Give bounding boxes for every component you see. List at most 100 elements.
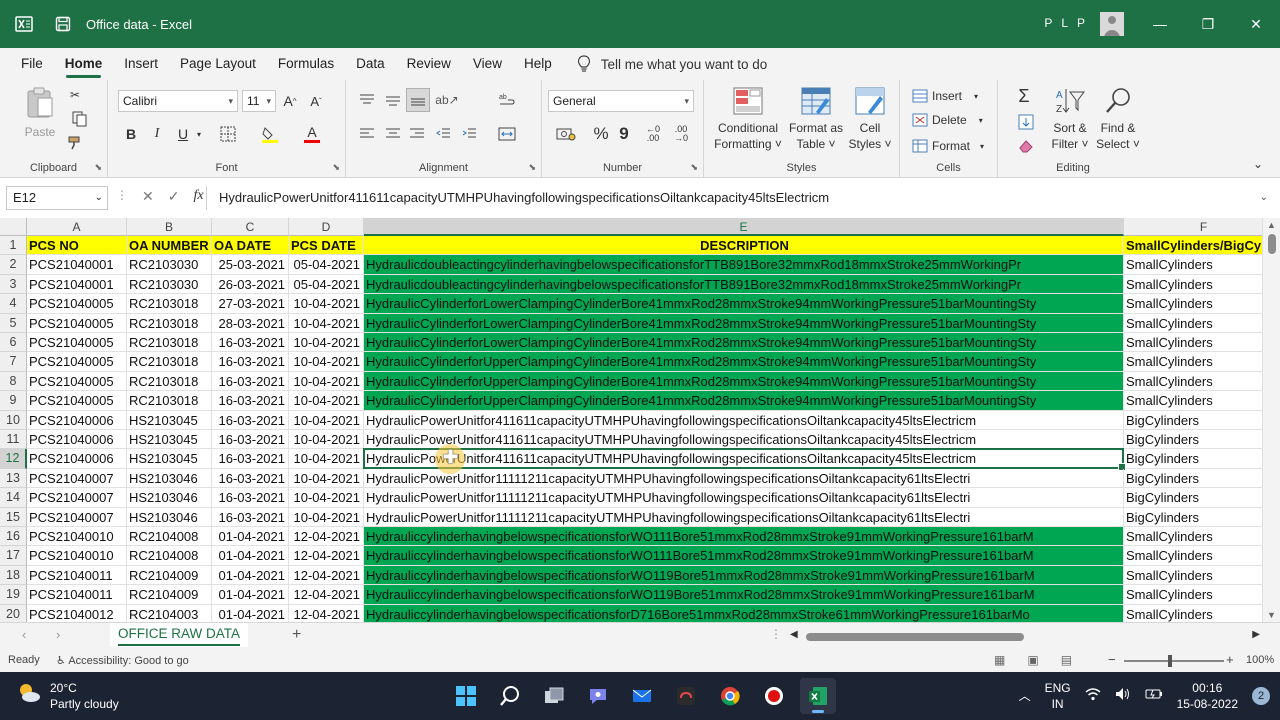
page-layout-view-icon[interactable]: ▣ xyxy=(1027,653,1038,667)
cell-f7[interactable]: SmallCylinders xyxy=(1124,352,1262,372)
cell-e20[interactable]: Hydrauliccylinderhavingbelowspecificatio… xyxy=(364,604,1124,622)
increase-decimal-icon[interactable]: ←0.00 xyxy=(642,124,664,144)
cell-b12[interactable]: HS2103045 xyxy=(127,449,212,469)
cell-b8[interactable]: RC2103018 xyxy=(127,371,212,392)
prev-sheet-icon[interactable]: ‹ xyxy=(22,627,26,642)
enter-icon[interactable]: ✓ xyxy=(168,188,180,205)
decrease-decimal-icon[interactable]: .00 →0 xyxy=(670,124,692,144)
cell-b16[interactable]: RC2104008 xyxy=(127,527,212,547)
formula-input[interactable]: HydraulicPowerUnitfor411611capacityUTMHP… xyxy=(206,186,1272,210)
cell-a17[interactable]: PCS21040010 xyxy=(27,546,127,566)
tab-review[interactable]: Review xyxy=(396,48,462,80)
cell-f9[interactable]: SmallCylinders xyxy=(1124,391,1262,411)
sheet-tab-office-raw-data[interactable]: OFFICE RAW DATA xyxy=(110,623,248,647)
add-sheet-button[interactable]: + xyxy=(292,626,301,644)
number-launcher-icon[interactable]: ⬊ xyxy=(690,162,698,173)
select-all-corner[interactable] xyxy=(0,218,27,236)
tab-insert[interactable]: Insert xyxy=(113,48,169,80)
row-header[interactable]: 1 xyxy=(0,236,27,256)
cell-f18[interactable]: SmallCylinders xyxy=(1124,566,1262,586)
alignment-launcher-icon[interactable]: ⬊ xyxy=(528,162,536,173)
column-header-a[interactable]: A xyxy=(27,218,127,236)
cell-b14[interactable]: HS2103046 xyxy=(127,488,212,508)
scroll-left-icon[interactable]: ◀ xyxy=(790,629,798,640)
cell-e17[interactable]: Hydrauliccylinderhavingbelowspecificatio… xyxy=(364,546,1124,566)
cell-b1[interactable]: OA NUMBER xyxy=(127,236,212,256)
cell-c8[interactable]: 16-03-2021 xyxy=(212,371,289,392)
chevron-down-icon[interactable]: ▾ xyxy=(194,126,204,142)
search-icon[interactable] xyxy=(492,678,528,714)
tab-data[interactable]: Data xyxy=(345,48,396,80)
font-launcher-icon[interactable]: ⬊ xyxy=(332,162,340,173)
name-box[interactable]: E12 ⌄ xyxy=(6,186,108,210)
insert-function-icon[interactable]: fx xyxy=(193,188,203,205)
cell-b6[interactable]: RC2103018 xyxy=(127,333,212,353)
row-header[interactable]: 18 xyxy=(0,565,27,586)
cell-d4[interactable]: 10-04-2021 xyxy=(289,294,364,314)
cell-b4[interactable]: RC2103018 xyxy=(127,294,212,314)
cell-d7[interactable]: 10-04-2021 xyxy=(289,352,364,372)
cell-b20[interactable]: RC2104003 xyxy=(127,604,212,622)
font-color-icon[interactable]: A xyxy=(300,124,324,144)
cell-a9[interactable]: PCS21040005 xyxy=(27,391,127,411)
cell-e3[interactable]: Hydraulicdoubleactingcylinderhavingbelow… xyxy=(364,274,1124,295)
tab-formulas[interactable]: Formulas xyxy=(267,48,345,80)
cell-d8[interactable]: 10-04-2021 xyxy=(289,371,364,392)
cell-b2[interactable]: RC2103030 xyxy=(127,255,212,275)
cell-f16[interactable]: SmallCylinders xyxy=(1124,527,1262,547)
cell-e1[interactable]: DESCRIPTION xyxy=(364,236,1124,256)
cell-c17[interactable]: 01-04-2021 xyxy=(212,546,289,566)
cell-c3[interactable]: 26-03-2021 xyxy=(212,274,289,295)
fill-icon[interactable] xyxy=(1012,112,1040,132)
battery-icon[interactable] xyxy=(1145,687,1163,705)
cell-f12[interactable]: BigCylinders xyxy=(1124,449,1262,469)
cell-e8[interactable]: HydraulicCylinderforUpperClampingCylinde… xyxy=(364,371,1124,392)
cell-a7[interactable]: PCS21040005 xyxy=(27,352,127,372)
spreadsheet-grid[interactable]: A B C D E F 1 PCS NO OA NUMBER OA DATE PCS DATE DES… xyxy=(0,218,1262,622)
underline-button[interactable]: U xyxy=(174,124,192,144)
tell-me-search[interactable]: Tell me what you want to do xyxy=(577,55,767,73)
row-header[interactable]: 5 xyxy=(0,313,27,333)
borders-icon[interactable] xyxy=(216,124,240,144)
cell-c6[interactable]: 16-03-2021 xyxy=(212,333,289,353)
sort-filter-button[interactable]: AZ Sort & Filter ˅ xyxy=(1048,86,1092,152)
user-name[interactable]: P L P xyxy=(1044,16,1088,30)
cell-c5[interactable]: 28-03-2021 xyxy=(212,313,289,333)
column-header-f[interactable]: F xyxy=(1124,218,1262,236)
cell-e19[interactable]: Hydrauliccylinderhavingbelowspecificatio… xyxy=(364,585,1124,605)
cell-a3[interactable]: PCS21040001 xyxy=(27,274,127,295)
increase-font-icon[interactable]: A ^ xyxy=(280,92,300,110)
tab-home[interactable]: Home xyxy=(54,48,114,80)
percent-style-button[interactable]: % xyxy=(590,124,612,144)
cell-e9[interactable]: HydraulicCylinderforUpperClampingCylinde… xyxy=(364,391,1124,411)
cell-a6[interactable]: PCS21040005 xyxy=(27,333,127,353)
row-header[interactable]: 10 xyxy=(0,410,27,430)
cell-b7[interactable]: RC2103018 xyxy=(127,352,212,372)
cell-a15[interactable]: PCS21040007 xyxy=(27,507,127,527)
cell-f10[interactable]: BigCylinders xyxy=(1124,411,1262,430)
cell-f13[interactable]: BigCylinders xyxy=(1124,469,1262,489)
cell-d9[interactable]: 10-04-2021 xyxy=(289,391,364,411)
align-right-icon[interactable] xyxy=(406,124,428,144)
cell-d1[interactable]: PCS DATE xyxy=(289,236,364,256)
cell-e12[interactable]: HydraulicPowerUnitfor411611capacityUTMHP… xyxy=(364,449,1124,469)
cell-c20[interactable]: 01-04-2021 xyxy=(212,604,289,622)
zoom-slider-knob[interactable] xyxy=(1168,655,1172,667)
cell-a20[interactable]: PCS21040012 xyxy=(27,604,127,622)
cell-b19[interactable]: RC2104009 xyxy=(127,585,212,605)
cell-f19[interactable]: SmallCylinders xyxy=(1124,585,1262,605)
minimize-button[interactable]: — xyxy=(1136,0,1184,48)
find-select-button[interactable]: Find & Select ˅ xyxy=(1094,86,1142,152)
cell-b18[interactable]: RC2104009 xyxy=(127,565,212,586)
collapse-ribbon-icon[interactable]: ⌄ xyxy=(1250,156,1266,172)
cell-d16[interactable]: 12-04-2021 xyxy=(289,527,364,547)
cell-b5[interactable]: RC2103018 xyxy=(127,313,212,333)
cell-c19[interactable]: 01-04-2021 xyxy=(212,585,289,605)
format-as-table-button[interactable]: Format as Table ˅ xyxy=(786,86,846,152)
cut-icon[interactable]: ✂ xyxy=(66,86,84,104)
cell-f17[interactable]: SmallCylinders xyxy=(1124,546,1262,566)
align-left-icon[interactable] xyxy=(356,124,378,144)
column-header-d[interactable]: D xyxy=(289,218,364,236)
next-sheet-icon[interactable]: › xyxy=(56,627,60,642)
chevron-up-icon[interactable]: ︿ xyxy=(1019,688,1031,704)
